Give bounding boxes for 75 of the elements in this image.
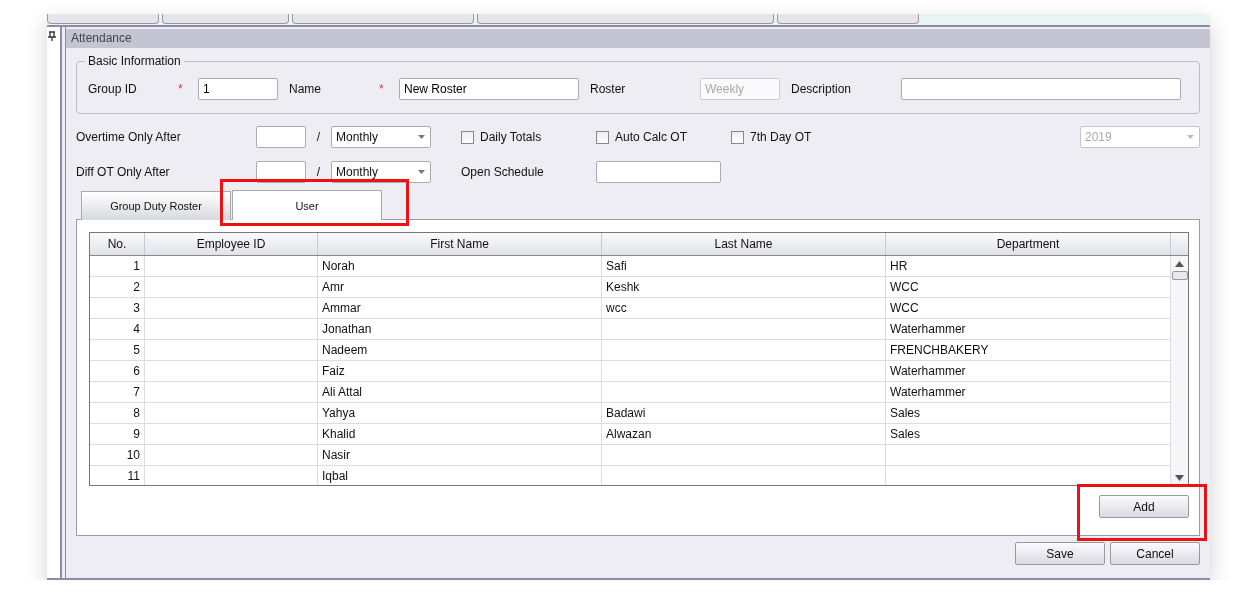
checkbox[interactable]: [596, 130, 609, 144]
table-cell: 8: [90, 403, 145, 423]
table-cell: 9: [90, 424, 145, 444]
document-tab[interactable]: [162, 14, 289, 24]
table-cell: Iqbal: [318, 466, 602, 485]
checkbox-label: Auto Calc OT: [615, 130, 688, 144]
table-cell: 10: [90, 445, 145, 465]
scrollbar[interactable]: [1171, 256, 1188, 485]
dropdown-arrow-icon: [418, 170, 425, 174]
checkbox[interactable]: [461, 130, 474, 144]
document-tab[interactable]: [777, 14, 919, 24]
table-cell: 3: [90, 298, 145, 318]
add-button[interactable]: Add: [1099, 495, 1189, 518]
required-mark: *: [379, 82, 385, 96]
table-cell: Nadeem: [318, 340, 602, 360]
dropdown-arrow-icon: [418, 135, 425, 139]
field-label: Name: [289, 82, 322, 96]
document-tab[interactable]: [477, 14, 774, 24]
scroll-up-arrow-icon: [1175, 261, 1184, 267]
document-tab[interactable]: [47, 14, 159, 24]
table-cell: 1: [90, 256, 145, 276]
table-cell: Amr: [318, 277, 602, 297]
checkbox[interactable]: [731, 130, 744, 144]
table-cell: 6: [90, 361, 145, 381]
table-cell: 11: [90, 466, 145, 485]
group-legend: Basic Information: [85, 54, 184, 68]
text-field[interactable]: New Roster: [399, 78, 579, 100]
table-cell: 2: [90, 277, 145, 297]
table-cell: Norah: [318, 256, 602, 276]
field-label: Roster: [590, 82, 627, 96]
table-cell: wcc: [602, 298, 886, 318]
table-cell: Badawi: [602, 403, 886, 423]
field-label: Description: [791, 82, 853, 96]
separator-label: /: [315, 130, 322, 144]
text-field[interactable]: [596, 161, 721, 183]
column-header[interactable]: First Name: [318, 233, 602, 255]
dialog-button[interactable]: Cancel: [1110, 542, 1200, 565]
separator-label: /: [315, 165, 322, 179]
table-cell: Jonathan: [318, 319, 602, 339]
column-header[interactable]: Employee ID: [145, 233, 318, 255]
dialog-button[interactable]: Save: [1015, 542, 1105, 565]
pin-icon: [48, 31, 56, 41]
scroll-down-arrow-icon: [1175, 475, 1184, 481]
document-tab[interactable]: [292, 14, 474, 24]
checkbox-label: 7th Day OT: [750, 130, 812, 144]
table-cell: Nasir: [318, 445, 602, 465]
column-header[interactable]: Department: [886, 233, 1171, 255]
panel-title: Attendance: [66, 29, 1210, 48]
tab[interactable]: User: [232, 190, 382, 220]
period-dropdown[interactable]: Monthly: [331, 126, 431, 148]
text-field[interactable]: [901, 78, 1181, 100]
field-label: Overtime Only After: [76, 130, 182, 144]
text-field[interactable]: 1: [198, 78, 278, 100]
table-cell: Safi: [602, 256, 886, 276]
table-cell: Ali Attal: [318, 382, 602, 402]
required-mark: *: [178, 82, 184, 96]
table-cell: 7: [90, 382, 145, 402]
text-field[interactable]: [256, 126, 306, 148]
field-label: Group ID: [88, 82, 138, 96]
column-header[interactable]: No.: [90, 233, 145, 255]
tab[interactable]: Group Duty Roster: [81, 191, 231, 220]
scrollbar-thumb[interactable]: [1171, 271, 1188, 280]
field-label: Diff OT Only After: [76, 165, 171, 179]
field-label: Open Schedule: [461, 165, 545, 179]
dropdown-arrow-icon: [1187, 135, 1194, 139]
checkbox-label: Daily Totals: [480, 130, 542, 144]
table-cell: Khalid: [318, 424, 602, 444]
table-cell: Yahya: [318, 403, 602, 423]
column-header[interactable]: Last Name: [602, 233, 886, 255]
table-cell: Ammar: [318, 298, 602, 318]
table-cell: Keshk: [602, 277, 886, 297]
table-cell: 4: [90, 319, 145, 339]
table-cell: 5: [90, 340, 145, 360]
table-cell: Alwazan: [602, 424, 886, 444]
table-cell: Faiz: [318, 361, 602, 381]
